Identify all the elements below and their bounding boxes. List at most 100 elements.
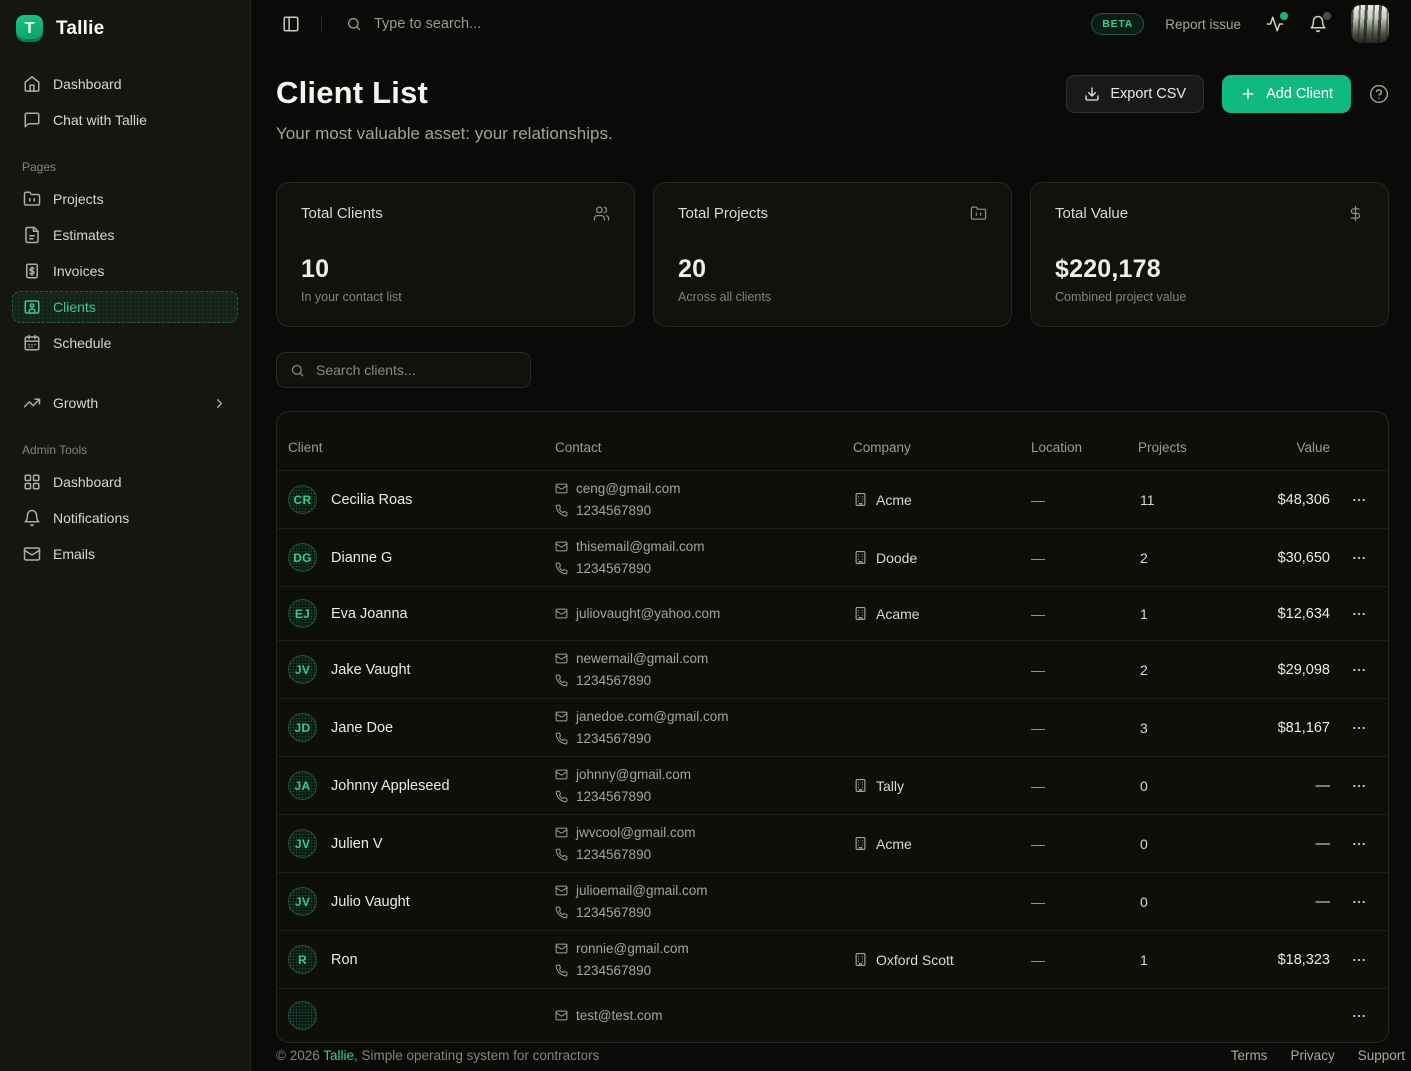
- sidebar-item-clients[interactable]: Clients: [12, 291, 238, 323]
- phone-icon: [555, 674, 568, 687]
- table-row[interactable]: JA Johnny Appleseed johnny@gmail.com 123…: [277, 756, 1388, 814]
- phone-icon: [555, 562, 568, 575]
- help-icon[interactable]: [1369, 84, 1389, 104]
- sidebar-item-projects[interactable]: Projects: [12, 183, 238, 215]
- table-row[interactable]: DG Dianne G thisemail@gmail.com 12345678…: [277, 528, 1388, 586]
- client-location: —: [1031, 894, 1138, 910]
- client-avatar: JV: [288, 655, 317, 684]
- sidebar-item-label: Projects: [53, 191, 104, 207]
- row-actions-menu-icon[interactable]: [1347, 488, 1371, 512]
- client-value: —: [1240, 836, 1330, 852]
- table-row[interactable]: JV Jake Vaught newemail@gmail.com 123456…: [277, 640, 1388, 698]
- phone-icon: [555, 906, 568, 919]
- footer-links: Terms Privacy Support: [1231, 1048, 1405, 1063]
- global-search[interactable]: [346, 16, 1091, 32]
- calendar-icon: [23, 334, 41, 352]
- client-name: Cecilia Roas: [331, 492, 412, 508]
- sidebar-item-growth[interactable]: Growth: [12, 387, 238, 419]
- mail-icon: [23, 545, 41, 563]
- sidebar-item-dashboard[interactable]: Dashboard: [12, 466, 238, 498]
- activity-icon[interactable]: [1266, 15, 1284, 33]
- report-issue-link[interactable]: Report issue: [1165, 17, 1241, 32]
- footer-link-privacy[interactable]: Privacy: [1290, 1048, 1334, 1063]
- export-csv-button[interactable]: Export CSV: [1066, 75, 1204, 113]
- trending-up-icon: [23, 394, 41, 412]
- client-name: Jake Vaught: [331, 662, 411, 678]
- table-row[interactable]: test@test.com: [277, 988, 1388, 1042]
- stat-value: 10: [301, 255, 610, 284]
- client-value: $81,167: [1240, 720, 1330, 736]
- bell-icon: [23, 509, 41, 527]
- client-avatar: EJ: [288, 599, 317, 628]
- grid-icon: [23, 473, 41, 491]
- building-icon: [853, 836, 868, 851]
- sidebar-item-schedule[interactable]: Schedule: [12, 327, 238, 359]
- row-actions-menu-icon[interactable]: [1347, 890, 1371, 914]
- sidebar-toggle-icon[interactable]: [282, 15, 300, 33]
- client-phone: 1234567890: [576, 963, 651, 978]
- mail-icon: [555, 942, 568, 955]
- beta-badge: BETA: [1091, 13, 1144, 35]
- client-email: julioemail@gmail.com: [576, 883, 708, 898]
- sidebar-item-dashboard[interactable]: Dashboard: [12, 68, 238, 100]
- sidebar-item-notifications[interactable]: Notifications: [12, 502, 238, 534]
- row-actions-menu-icon[interactable]: [1347, 1004, 1371, 1028]
- stat-title: Total Projects: [678, 205, 768, 222]
- row-actions-menu-icon[interactable]: [1347, 948, 1371, 972]
- row-actions-menu-icon[interactable]: [1347, 546, 1371, 570]
- footer-link-support[interactable]: Support: [1358, 1048, 1405, 1063]
- sidebar-item-emails[interactable]: Emails: [12, 538, 238, 570]
- client-search-input[interactable]: [316, 362, 517, 378]
- sidebar-item-estimates[interactable]: Estimates: [12, 219, 238, 251]
- client-name: Ron: [331, 952, 358, 968]
- home-icon: [23, 75, 41, 93]
- add-client-button[interactable]: Add Client: [1222, 75, 1351, 113]
- table-row[interactable]: EJ Eva Joanna juliovaught@yahoo.com: [277, 586, 1388, 640]
- mail-icon: [555, 710, 568, 723]
- sidebar-pages-nav: Projects Estimates Invoices Clients Sche…: [12, 183, 238, 363]
- table-row[interactable]: R Ron ronnie@gmail.com 1234567890: [277, 930, 1388, 988]
- brand[interactable]: T Tallie: [12, 13, 238, 68]
- notifications-bell-icon[interactable]: [1309, 15, 1327, 33]
- client-company: Acme: [876, 836, 912, 852]
- phone-icon: [555, 964, 568, 977]
- client-value: $30,650: [1240, 550, 1330, 566]
- row-actions-menu-icon[interactable]: [1347, 658, 1371, 682]
- global-search-input[interactable]: [374, 16, 674, 32]
- client-name: Eva Joanna: [331, 606, 408, 622]
- table-row[interactable]: JV Julien V jwvcool@gmail.com 1234567890: [277, 814, 1388, 872]
- client-email: test@test.com: [576, 1008, 662, 1023]
- client-phone: 1234567890: [576, 731, 651, 746]
- sidebar-item-invoices[interactable]: Invoices: [12, 255, 238, 287]
- row-actions-menu-icon[interactable]: [1347, 832, 1371, 856]
- client-phone: 1234567890: [576, 673, 651, 688]
- sidebar-admin-nav: Dashboard Notifications Emails: [12, 466, 238, 574]
- user-avatar[interactable]: [1351, 5, 1389, 43]
- footer-link-terms[interactable]: Terms: [1231, 1048, 1268, 1063]
- phone-icon: [555, 732, 568, 745]
- table-row[interactable]: CR Cecilia Roas ceng@gmail.com 123456789…: [277, 470, 1388, 528]
- client-projects-count: 2: [1138, 662, 1240, 678]
- sidebar-item-label: Dashboard: [53, 76, 122, 92]
- sidebar: T Tallie Dashboard Chat with Tallie Page…: [0, 0, 251, 1071]
- row-actions-menu-icon[interactable]: [1347, 602, 1371, 626]
- chat-icon: [23, 111, 41, 129]
- building-icon: [853, 952, 868, 967]
- client-value: —: [1240, 894, 1330, 910]
- admin-group-label: Admin Tools: [22, 443, 228, 457]
- footer-brand: Tallie: [323, 1048, 354, 1063]
- row-actions-menu-icon[interactable]: [1347, 716, 1371, 740]
- client-location: —: [1031, 836, 1138, 852]
- client-avatar: R: [288, 945, 317, 974]
- table-row[interactable]: JV Julio Vaught julioemail@gmail.com 123…: [277, 872, 1388, 930]
- column-header-contact: Contact: [555, 440, 853, 455]
- dollar-icon: [1347, 205, 1364, 222]
- users-icon: [593, 205, 610, 222]
- table-row[interactable]: JD Jane Doe janedoe.com@gmail.com 123456…: [277, 698, 1388, 756]
- sidebar-item-chat-with-tallie[interactable]: Chat with Tallie: [12, 104, 238, 136]
- row-actions-menu-icon[interactable]: [1347, 774, 1371, 798]
- building-icon: [853, 778, 868, 793]
- tallie-logo-icon: T: [16, 15, 43, 42]
- client-search[interactable]: [276, 352, 531, 388]
- mail-icon: [555, 482, 568, 495]
